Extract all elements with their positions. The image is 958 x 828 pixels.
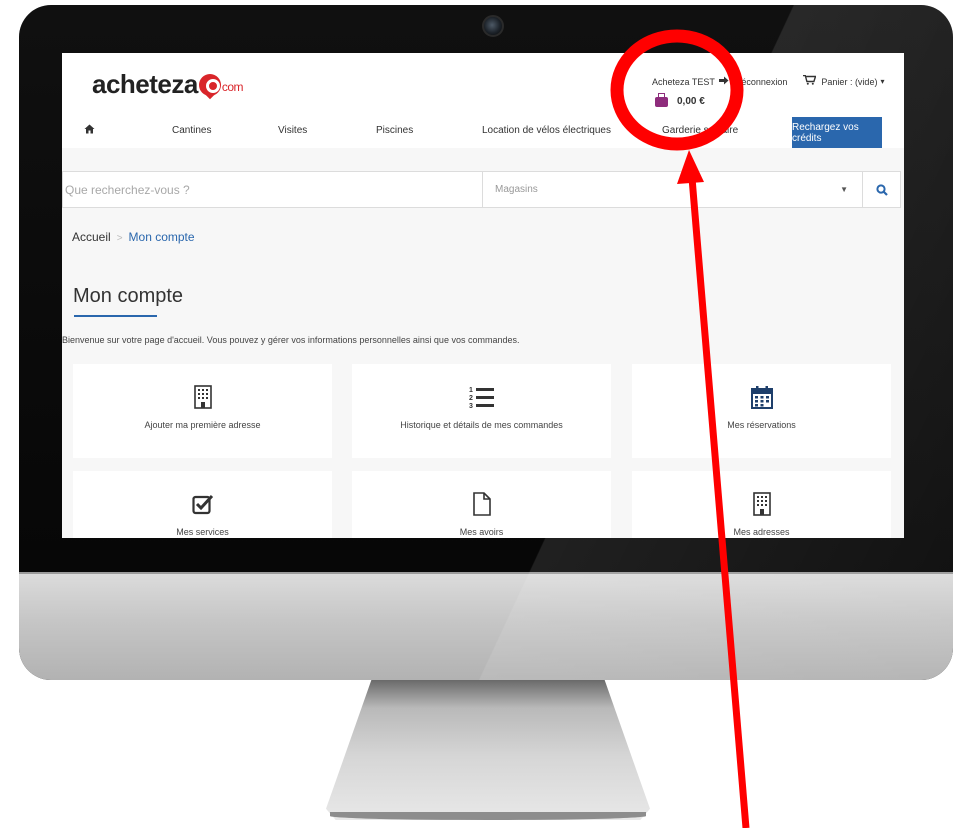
cart-button[interactable]: Panier : (vide) ▾ bbox=[803, 74, 885, 88]
breadcrumb-home[interactable]: Accueil bbox=[72, 230, 111, 244]
svg-text:1: 1 bbox=[469, 387, 473, 394]
wallet-amount: 0,00 € bbox=[677, 96, 705, 107]
cart-label: Panier : (vide) bbox=[821, 76, 878, 87]
site-logo[interactable]: acheteza com bbox=[92, 69, 244, 100]
nav-item-garderie[interactable]: Garderie scolaire bbox=[662, 125, 738, 136]
monitor-stand bbox=[326, 680, 650, 820]
card-label: Mes réservations bbox=[727, 420, 796, 430]
site-header: acheteza com Acheteza TEST Déconnexion Pa… bbox=[62, 53, 904, 148]
logo-domain: com bbox=[221, 80, 244, 94]
nav-item-visites[interactable]: Visites bbox=[278, 125, 307, 136]
home-icon[interactable] bbox=[84, 123, 95, 137]
svg-text:2: 2 bbox=[469, 395, 473, 402]
wallet-balance[interactable]: 0,00 € bbox=[655, 92, 705, 107]
search-icon bbox=[875, 183, 888, 196]
store-select[interactable]: Magasins ▼ bbox=[483, 172, 863, 207]
nav-item-location-velos[interactable]: Location de vélos électriques bbox=[482, 125, 611, 136]
user-area: Acheteza TEST Déconnexion Panier : (vide… bbox=[652, 74, 885, 88]
store-select-value: Magasins bbox=[495, 184, 538, 195]
webcam-icon bbox=[482, 15, 504, 37]
ordered-list-icon: 123 bbox=[469, 384, 495, 410]
breadcrumb-current: Mon compte bbox=[128, 230, 195, 244]
logo-wordmark: acheteza bbox=[92, 69, 198, 99]
logout-link[interactable]: Déconnexion bbox=[735, 77, 788, 87]
welcome-text: Bienvenue sur votre page d'accueil. Vous… bbox=[62, 335, 520, 345]
user-name-link[interactable]: Acheteza TEST bbox=[652, 77, 715, 87]
card-order-history[interactable]: 123 Historique et détails de mes command… bbox=[352, 364, 611, 458]
logout-icon bbox=[715, 76, 733, 88]
card-reservations[interactable]: Mes réservations bbox=[632, 364, 891, 458]
calendar-icon bbox=[750, 384, 773, 410]
shopping-cart-icon bbox=[803, 74, 817, 88]
recharge-credits-button[interactable]: Rechargez vos crédits bbox=[792, 117, 882, 148]
building-icon bbox=[193, 384, 212, 410]
nav-item-piscines[interactable]: Piscines bbox=[376, 125, 413, 136]
search-button[interactable] bbox=[863, 172, 900, 207]
card-add-address[interactable]: Ajouter ma première adresse bbox=[73, 364, 332, 458]
card-label: Mes services bbox=[176, 527, 229, 537]
card-label: Mes adresses bbox=[733, 527, 790, 537]
building-icon bbox=[752, 491, 771, 517]
monitor-chin-edge bbox=[19, 572, 953, 574]
wallet-icon bbox=[655, 92, 668, 107]
main-nav: Cantines Visites Piscines Location de vé… bbox=[62, 117, 904, 148]
svg-text:3: 3 bbox=[469, 403, 473, 409]
document-icon bbox=[472, 491, 491, 517]
browser-screen: acheteza com Acheteza TEST Déconnexion Pa… bbox=[62, 53, 904, 538]
search-bar: Magasins ▼ bbox=[62, 171, 901, 208]
location-pin-icon bbox=[198, 74, 221, 96]
breadcrumb: Accueil > Mon compte bbox=[72, 230, 195, 244]
monitor-chin bbox=[19, 572, 953, 680]
card-label: Mes avoirs bbox=[459, 527, 504, 537]
card-label: Ajouter ma première adresse bbox=[144, 420, 261, 430]
card-credits[interactable]: Mes avoirs bbox=[352, 471, 611, 538]
monitor-stand-base bbox=[330, 812, 646, 820]
title-underline bbox=[74, 315, 157, 317]
card-label: Historique et détails de mes commandes bbox=[400, 420, 563, 430]
card-services[interactable]: Mes services bbox=[73, 471, 332, 538]
search-input[interactable] bbox=[63, 172, 483, 207]
breadcrumb-separator: > bbox=[116, 233, 123, 244]
checkbox-icon bbox=[191, 491, 214, 517]
chevron-down-icon: ▼ bbox=[840, 185, 848, 194]
chevron-down-icon: ▾ bbox=[880, 77, 885, 86]
card-addresses[interactable]: Mes adresses bbox=[632, 471, 891, 538]
nav-item-cantines[interactable]: Cantines bbox=[172, 125, 211, 136]
page-title: Mon compte bbox=[73, 285, 184, 307]
